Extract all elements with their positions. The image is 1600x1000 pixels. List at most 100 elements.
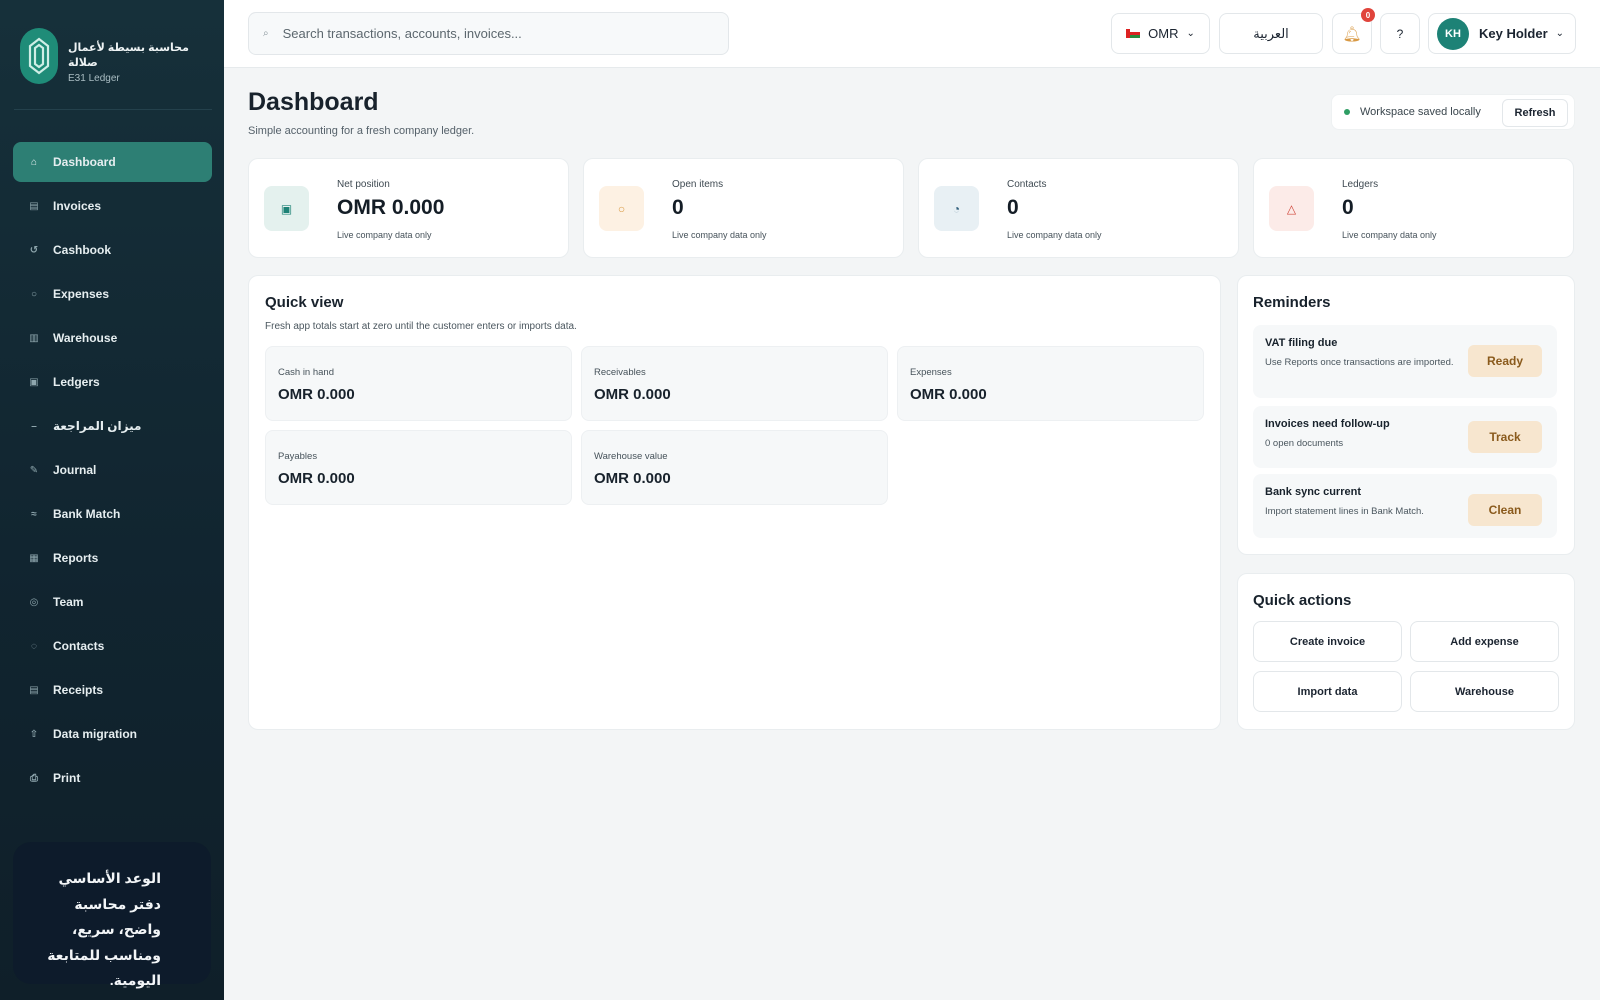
reminder-title: Invoices need follow-up [1265,418,1390,430]
page-title: Dashboard [248,88,379,116]
chevron-down-icon: ⌄ [1555,28,1565,39]
stat-card: ○ Open items 0 Live company data only [583,158,904,258]
quick-view-card: Payables OMR 0.000 [265,430,572,505]
sidebar-item-reports[interactable]: ▦ Reports [13,538,212,578]
sidebar-item-cashbook[interactable]: ↺ Cashbook [13,230,212,270]
quick-view-card: Cash in hand OMR 0.000 [265,346,572,421]
topbar: ⌕ OMR ⌄ العربية 🔔︎ 0 ? KH Key Holder ⌄ [224,0,1600,68]
quick-view-label: Warehouse value [594,451,668,462]
expenses-icon: ○ [30,288,38,300]
brand[interactable]: محاسبة بسيطة لأعمال صلالة E31 Ledger [20,28,210,94]
sidebar-item-label: ميزان المراجعة [53,419,142,433]
reminder-item: Invoices need follow-up 0 open documents T… [1253,406,1557,468]
search-icon: ⌕ [263,28,269,39]
divider [14,109,212,110]
quick-view-label: Receivables [594,367,646,378]
stat-note: Live company data only [337,230,432,240]
warning-icon: △ [1269,186,1314,231]
quick-view-value: OMR 0.000 [278,386,355,403]
reminder-title: VAT filing due [1265,337,1338,349]
stat-card: △ Ledgers 0 Live company data only [1253,158,1574,258]
sidebar-item-team[interactable]: ◎ Team [13,582,212,622]
promise-card: الوعد الأساسي دفتر محاسبة واضح، سريع، وم… [13,842,211,988]
sidebar-item-contacts[interactable]: ◌ Contacts [13,626,212,666]
notification-badge: 0 [1361,8,1375,22]
brand-name: محاسبة بسيطة لأعمال صلالة [68,42,189,69]
reminder-description: 0 open documents [1265,438,1344,449]
contacts-icon: ◔ [934,186,979,231]
reminder-status-button[interactable]: Track [1468,421,1542,453]
stat-label: Net position [337,179,390,190]
sidebar-item-trial-balance[interactable]: – ميزان المراجعة [13,406,212,446]
sidebar-item-expenses[interactable]: ○ Expenses [13,274,212,314]
logo-icon [20,28,58,84]
sidebar-item-label: Invoices [53,199,102,213]
reports-icon: ▦ [29,552,39,564]
sidebar-item-label: Ledgers [53,375,100,389]
ledger-icon: ▣ [29,376,39,388]
clock-icon: ○ [599,186,644,231]
reminders-panel: Reminders VAT filing due Use Reports once… [1237,275,1575,555]
sidebar-item-label: Receipts [53,683,104,697]
sidebar-item-invoices[interactable]: ▤ Invoices [13,186,212,226]
import-data-button[interactable]: Import data [1253,671,1402,712]
reminder-description: Use Reports once transactions are import… [1265,357,1454,368]
reminder-status-button[interactable]: Clean [1468,494,1542,526]
user-menu[interactable]: KH Key Holder ⌄ [1428,13,1576,54]
sidebar-item-label: Bank Match [53,507,121,521]
save-status-text: Workspace saved locally [1360,106,1481,118]
warehouse-button[interactable]: Warehouse [1410,671,1559,712]
oman-flag-icon [1126,29,1141,38]
quick-view-label: Payables [278,451,318,462]
quick-view-value: OMR 0.000 [594,386,671,403]
invoice-icon: ▤ [29,200,39,212]
sidebar-item-ledgers[interactable]: ▣ Ledgers [13,362,212,402]
reminder-status-button[interactable]: Ready [1468,345,1542,377]
sidebar-item-warehouse[interactable]: ▥ Warehouse [13,318,212,358]
wallet-icon: ▣ [264,186,309,231]
currency-select[interactable]: OMR ⌄ [1111,13,1210,54]
refresh-button[interactable]: Refresh [1502,99,1568,127]
home-icon: ⌂ [30,156,38,168]
create-invoice-button[interactable]: Create invoice [1253,621,1402,662]
sidebar-item-receipts[interactable]: ▤ Receipts [13,670,212,710]
language-button[interactable]: العربية [1219,13,1323,54]
search-box[interactable]: ⌕ [248,12,729,55]
sidebar-item-print[interactable]: ⎙ Print [13,758,212,798]
quick-view-label: Cash in hand [278,367,334,378]
quick-view-panel: Quick view Fresh app totals start at zer… [248,275,1221,730]
cashbook-icon: ↺ [29,244,39,256]
bank-match-icon: ≈ [31,508,37,520]
contacts-icon: ◌ [31,640,37,652]
quick-actions-panel: Quick actions Create invoice Add expense I… [1237,573,1575,730]
sidebar-item-bank-match[interactable]: ≈ Bank Match [13,494,212,534]
help-button[interactable]: ? [1380,13,1420,54]
reminder-title: Bank sync current [1265,486,1361,498]
chevron-down-icon: ⌄ [1186,28,1195,39]
reminder-description: Import statement lines in Bank Match. [1265,506,1424,517]
sidebar-item-data-migration[interactable]: ⇧ Data migration [13,714,212,754]
search-input[interactable] [282,26,703,41]
sidebar-item-label: Warehouse [53,331,118,345]
notifications-button[interactable]: 🔔︎ 0 [1332,8,1375,54]
quick-view-card: Expenses OMR 0.000 [897,346,1204,421]
save-status: Workspace saved locally Refresh [1331,94,1575,130]
stat-value: 0 [1007,196,1019,219]
stat-value: OMR 0.000 [337,196,445,219]
sidebar: محاسبة بسيطة لأعمال صلالة E31 Ledger ⌂ Da… [0,0,224,1000]
reminder-item: Bank sync current Import statement lines … [1253,474,1557,538]
status-dot [1344,109,1350,115]
team-icon: ◎ [29,596,39,608]
sidebar-item-label: Reports [53,551,99,565]
currency-label: OMR [1148,26,1179,41]
sidebar-item-dashboard[interactable]: ⌂ Dashboard [13,142,212,182]
sidebar-item-journal[interactable]: ✎ Journal [13,450,212,490]
sidebar-item-label: Cashbook [53,243,112,257]
page-subtitle: Simple accounting for a fresh company le… [248,125,475,137]
sidebar-item-label: Print [53,771,81,785]
upload-icon: ⇧ [29,728,39,740]
user-name: Key Holder [1479,26,1548,41]
add-expense-button[interactable]: Add expense [1410,621,1559,662]
quick-view-label: Expenses [910,367,952,378]
quick-view-card: Receivables OMR 0.000 [581,346,888,421]
